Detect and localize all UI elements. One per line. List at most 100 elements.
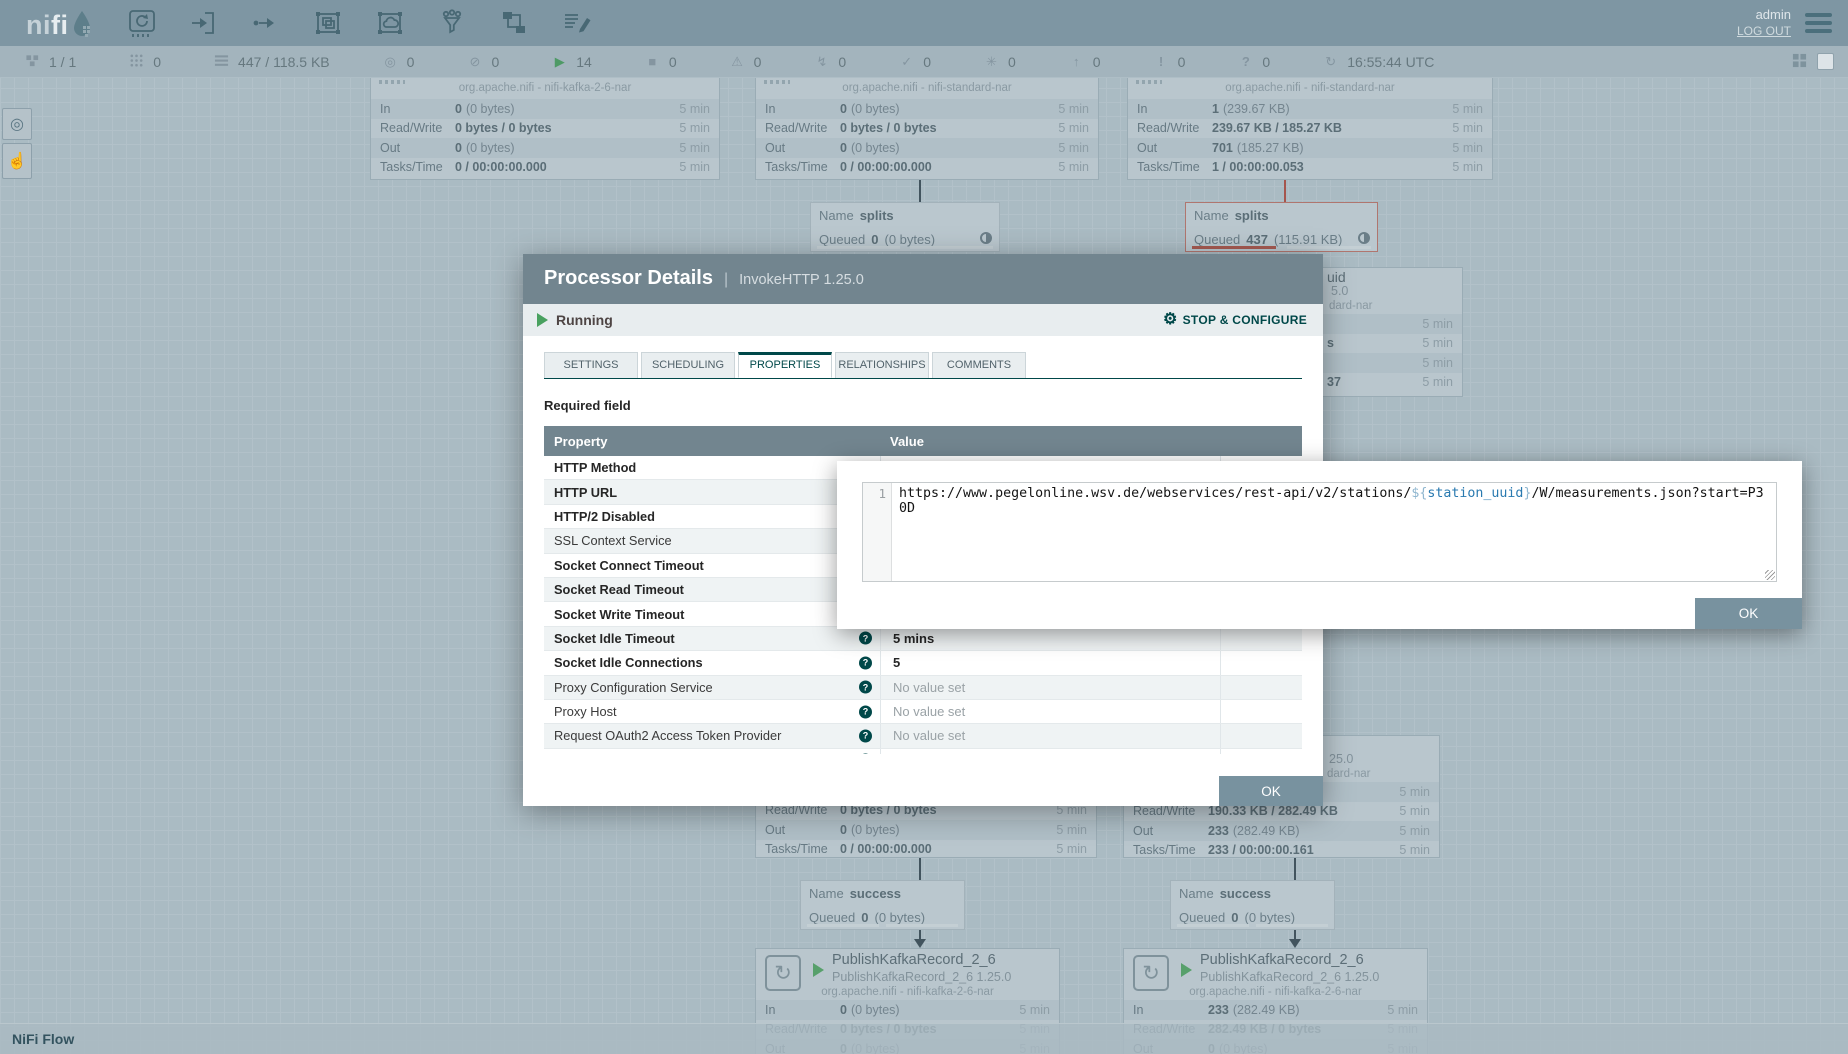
connection-label-success-left[interactable]: Namesuccess Queued0(0 bytes) — [800, 880, 965, 930]
stat-row: In1(239.67 KB)5 min — [1128, 99, 1492, 119]
label-icon[interactable] — [561, 8, 591, 38]
stat-row: Read/Write0 bytes / 0 bytes5 min — [371, 119, 719, 139]
canvas-grid-toggle-icon[interactable] — [1792, 53, 1807, 71]
component-toolbar — [127, 8, 591, 38]
stat-row: Tasks/Time0 / 00:00:00.0005 min — [756, 158, 1098, 178]
up-to-date-icon: ✓ — [898, 55, 915, 68]
queue-percent-icon — [1358, 232, 1370, 244]
stat-row: Out0(0 bytes)5 min — [756, 138, 1098, 158]
tab-comments[interactable]: COMMENTS — [932, 352, 1026, 378]
tab-scheduling[interactable]: SCHEDULING — [641, 352, 735, 378]
stat-row: Tasks/Time1 / 00:00:00.0535 min — [1128, 158, 1492, 178]
property-row[interactable]: Request Username?No value set — [544, 749, 1302, 754]
dialog-header: Processor Details | InvokeHTTP 1.25.0 — [523, 254, 1323, 304]
running-icon — [1181, 963, 1192, 977]
connection-line-alert[interactable] — [1284, 180, 1286, 202]
status-text: Running — [556, 312, 613, 328]
property-row[interactable]: Proxy Host?No value set — [544, 700, 1302, 724]
help-icon[interactable]: ? — [859, 705, 872, 718]
connection-line[interactable] — [919, 858, 921, 880]
editor-ok-button[interactable]: OK — [1695, 598, 1802, 629]
nifi-app: nifi — [0, 0, 1848, 1054]
help-icon[interactable]: ? — [859, 656, 872, 669]
line-number-gutter: 1 — [863, 483, 892, 581]
gear-icon: ⚙ — [1163, 312, 1178, 328]
stat-row: Out0(0 bytes)5 min — [371, 138, 719, 158]
property-row[interactable]: Request OAuth2 Access Token Provider?No … — [544, 724, 1302, 748]
running-icon — [813, 963, 824, 977]
queue-percent-icon — [980, 232, 992, 244]
property-row[interactable]: Socket Idle Timeout?5 mins — [544, 627, 1302, 651]
running-icon — [537, 313, 548, 327]
url-value-input[interactable]: https://www.pegelonline.wsv.de/webservic… — [892, 483, 1776, 581]
transmitting-status: ◎ 0 — [382, 54, 415, 70]
output-port-icon[interactable] — [251, 8, 281, 38]
pan-hand-button[interactable]: ☝ — [2, 143, 32, 179]
tab-properties[interactable]: PROPERTIES — [738, 352, 832, 378]
stale-icon: ↑ — [1068, 55, 1085, 68]
funnel-icon[interactable] — [437, 8, 467, 38]
current-user: admin — [1737, 7, 1791, 23]
dialog-tabs: SETTINGS SCHEDULING PROPERTIES RELATIONS… — [544, 352, 1302, 379]
help-icon[interactable]: ? — [859, 632, 872, 645]
disabled-status: ↯ 0 — [813, 54, 846, 70]
processor-icon-fragment — [764, 80, 790, 84]
connection-label-splits-left[interactable]: Namesplits Queued0(0 bytes) — [810, 202, 1000, 252]
property-row[interactable]: Socket Idle Connections?5 — [544, 651, 1302, 675]
invalid-status: ⚠ 0 — [729, 54, 762, 70]
global-menu-icon[interactable] — [1805, 13, 1832, 33]
nifi-drop-icon — [71, 10, 93, 45]
sync-failure-icon: ? — [1237, 55, 1254, 68]
birdseye-button[interactable]: ◎ — [2, 108, 32, 140]
nifi-logo: nifi — [26, 6, 93, 41]
processor-stats-top-right[interactable]: org.apache.nifi - nifi-standard-nar In1(… — [1127, 76, 1493, 180]
help-icon[interactable]: ? — [859, 681, 872, 694]
connection-label-success-right[interactable]: Namesuccess Queued0(0 bytes) — [1170, 880, 1335, 930]
locally-modified-stale-status: ! 0 — [1153, 54, 1186, 70]
property-row[interactable]: Proxy Configuration Service?No value set — [544, 676, 1302, 700]
connection-arrow-icon — [914, 939, 926, 948]
note-icon[interactable] — [1817, 53, 1834, 70]
active-threads-status: 0 — [128, 53, 161, 70]
dialog-ok-button[interactable]: OK — [1219, 776, 1323, 806]
input-port-icon[interactable] — [189, 8, 219, 38]
stat-row: Read/Write239.67 KB / 185.27 KB5 min — [1128, 119, 1492, 139]
queued-icon — [213, 53, 230, 70]
stat-row: In0(0 bytes)5 min — [371, 99, 719, 119]
disabled-icon: ↯ — [813, 55, 830, 68]
stop-and-configure-button[interactable]: ⚙ STOP & CONFIGURE — [1163, 312, 1307, 328]
template-icon[interactable] — [499, 8, 529, 38]
cluster-icon — [24, 53, 41, 70]
breadcrumb-bar: NiFi Flow — [0, 1023, 1848, 1054]
value-editor-popup: 1 https://www.pegelonline.wsv.de/webserv… — [837, 461, 1802, 629]
stopped-status: ■ 0 — [644, 54, 677, 70]
queued-status: 447 / 118.5 KB — [213, 53, 330, 70]
cluster-status: 1 / 1 — [24, 53, 76, 70]
connection-arrow-icon — [1289, 939, 1301, 948]
process-group-icon[interactable] — [313, 8, 343, 38]
processor-stats-top-middle[interactable]: org.apache.nifi - nifi-standard-nar In0(… — [755, 76, 1099, 180]
running-status: ▶ 14 — [551, 54, 592, 70]
connection-line[interactable] — [1294, 858, 1296, 880]
refresh-icon[interactable]: ↻ — [1322, 55, 1339, 68]
processor-icon[interactable] — [127, 8, 157, 38]
locally-modified-stale-icon: ! — [1153, 55, 1170, 68]
locally-modified-status: ✳ 0 — [983, 54, 1016, 70]
stat-row: Read/Write0 bytes / 0 bytes5 min — [756, 119, 1098, 139]
tab-relationships[interactable]: RELATIONSHIPS — [835, 352, 929, 378]
invalid-icon: ⚠ — [729, 55, 746, 68]
connection-line[interactable] — [919, 180, 921, 202]
stopped-icon: ■ — [644, 55, 661, 68]
threads-icon — [128, 53, 145, 70]
help-icon[interactable]: ? — [859, 729, 872, 742]
processor-stats-top-left[interactable]: org.apache.nifi - nifi-kafka-2-6-nar In0… — [370, 76, 720, 180]
properties-table-header: Property Value — [544, 426, 1302, 456]
tab-settings[interactable]: SETTINGS — [544, 352, 638, 378]
breadcrumb[interactable]: NiFi Flow — [12, 1031, 74, 1047]
connection-label-splits-right[interactable]: Namesplits Queued437(115.91 KB) — [1185, 202, 1378, 252]
last-refresh: ↻ 16:55:44 UTC — [1322, 54, 1434, 70]
resize-handle-icon[interactable] — [1765, 570, 1775, 580]
logout-link[interactable]: LOG OUT — [1737, 24, 1791, 39]
remote-process-group-icon[interactable] — [375, 8, 405, 38]
app-header: nifi — [0, 0, 1848, 46]
